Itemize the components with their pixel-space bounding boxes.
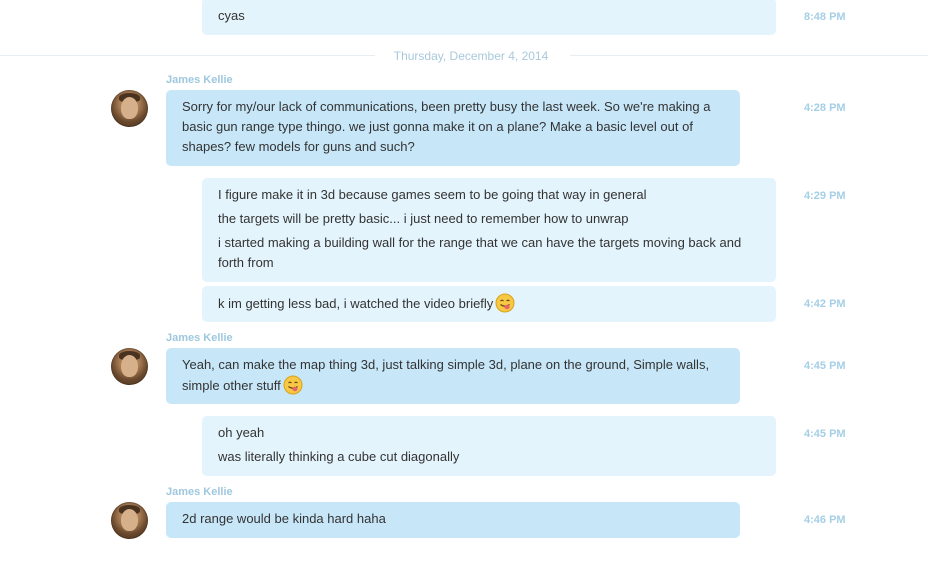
avatar[interactable] bbox=[111, 90, 148, 127]
message-text: Sorry for my/our lack of communications,… bbox=[182, 99, 711, 154]
message-text: the targets will be pretty basic... i ju… bbox=[218, 211, 629, 226]
message-text: cyas bbox=[218, 8, 245, 23]
sender-name[interactable]: James Kellie bbox=[166, 73, 233, 87]
message-text: Yeah, can make the map thing 3d, just ta… bbox=[182, 357, 710, 395]
sender-name[interactable]: James Kellie bbox=[166, 331, 233, 345]
message-bubble: k im getting less bad, i watched the vid… bbox=[202, 286, 776, 322]
message-text: i started making a building wall for the… bbox=[218, 235, 742, 270]
message-timestamp: 4:45 PM bbox=[804, 360, 846, 372]
message-bubble: oh yeah was literally thinking a cube cu… bbox=[202, 416, 776, 476]
message-bubble: Yeah, can make the map thing 3d, just ta… bbox=[166, 348, 740, 404]
message-text: oh yeah bbox=[218, 425, 265, 440]
message-bubble: I figure make it in 3d because games see… bbox=[202, 178, 776, 282]
message-text: 2d range would be kinda hard haha bbox=[182, 511, 386, 526]
message-timestamp: 4:45 PM bbox=[804, 428, 846, 440]
tongue-out-emoji-icon bbox=[495, 293, 515, 313]
date-divider: Thursday, December 4, 2014 bbox=[393, 49, 549, 63]
message-text: I figure make it in 3d because games see… bbox=[218, 187, 647, 202]
message-timestamp: 4:46 PM bbox=[804, 514, 846, 526]
avatar[interactable] bbox=[111, 502, 148, 539]
message-bubble: Sorry for my/our lack of communications,… bbox=[166, 90, 740, 166]
message-timestamp: 4:29 PM bbox=[804, 190, 846, 202]
tongue-out-emoji-icon bbox=[283, 375, 303, 395]
message-bubble: cyas bbox=[202, 0, 776, 35]
avatar[interactable] bbox=[111, 348, 148, 385]
message-timestamp: 8:48 PM bbox=[804, 11, 846, 23]
message-timestamp: 4:28 PM bbox=[804, 102, 846, 114]
message-text: k im getting less bad, i watched the vid… bbox=[218, 293, 760, 314]
message-text: was literally thinking a cube cut diagon… bbox=[218, 449, 460, 464]
sender-name[interactable]: James Kellie bbox=[166, 485, 233, 499]
message-timestamp: 4:42 PM bbox=[804, 298, 846, 310]
message-bubble: 2d range would be kinda hard haha bbox=[166, 502, 740, 538]
